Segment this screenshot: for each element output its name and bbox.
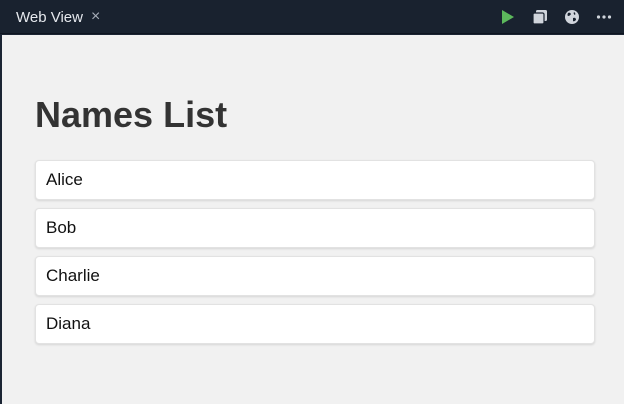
stop-icon[interactable] — [532, 9, 548, 25]
names-list: Alice Bob Charlie Diana — [35, 160, 595, 352]
toolbar-actions — [500, 0, 612, 34]
close-icon[interactable]: × — [91, 9, 100, 25]
run-icon[interactable] — [500, 9, 516, 25]
web-view-panel: Names List Alice Bob Charlie Diana — [2, 35, 624, 404]
globe-icon[interactable] — [564, 9, 580, 25]
page-title: Names List — [35, 94, 228, 135]
tab-title: Web View — [16, 8, 83, 26]
list-item: Bob — [35, 208, 595, 248]
tab-web-view[interactable]: Web View × — [0, 0, 110, 34]
more-icon[interactable] — [596, 9, 612, 25]
editor-tab-bar: Web View × — [0, 0, 624, 34]
list-item: Alice — [35, 160, 595, 200]
list-item: Charlie — [35, 256, 595, 296]
list-item: Diana — [35, 304, 595, 344]
